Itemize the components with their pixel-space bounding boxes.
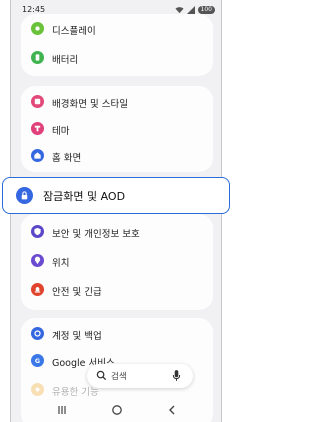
palette-icon: [31, 95, 44, 108]
home-button-icon[interactable]: [110, 403, 124, 417]
settings-group-security: 보안 및 개인정보 보호 위치 안전 및 긴급: [21, 214, 213, 310]
star-icon: [31, 383, 44, 396]
settings-item-label: 테마: [52, 126, 70, 137]
search-icon: [96, 370, 107, 381]
battery-icon: [31, 51, 44, 64]
settings-group-display: 디스플레이 배터리: [21, 14, 213, 76]
settings-item-safety-emergency[interactable]: 안전 및 긴급: [21, 274, 213, 306]
settings-item-label: 배터리: [52, 55, 79, 66]
settings-item-location[interactable]: 위치: [21, 245, 213, 277]
theme-icon: [31, 122, 44, 135]
emergency-icon: [31, 283, 44, 296]
sync-icon: [31, 327, 44, 340]
svg-text:G: G: [35, 358, 40, 365]
home-icon: [31, 149, 44, 162]
settings-item-security-privacy[interactable]: 보안 및 개인정보 보호: [21, 216, 213, 248]
settings-item-label: 배경화면 및 스타일: [52, 99, 128, 110]
settings-item-label: 보안 및 개인정보 보호: [52, 229, 140, 240]
settings-group-appearance: 배경화면 및 스타일 테마 홈 화면: [21, 86, 213, 172]
settings-item-battery[interactable]: 배터리: [21, 42, 213, 74]
settings-item-label: 계정 및 백업: [52, 331, 102, 342]
settings-item-label: 홈 화면: [52, 153, 82, 164]
settings-item-label: 잠금화면 및 AOD: [43, 190, 126, 203]
shield-icon: [31, 225, 44, 238]
lock-icon: [16, 187, 33, 204]
settings-item-home-screen[interactable]: 홈 화면: [21, 140, 213, 172]
search-placeholder: 검색: [111, 372, 127, 382]
back-icon[interactable]: [165, 403, 179, 417]
settings-item-label: 디스플레이: [52, 26, 96, 37]
navigation-bar: [11, 398, 221, 422]
settings-item-label: 위치: [52, 258, 70, 269]
settings-item-label: 안전 및 긴급: [52, 287, 102, 298]
settings-item-display[interactable]: 디스플레이: [21, 13, 213, 45]
recents-icon[interactable]: [55, 403, 69, 417]
location-icon: [31, 254, 44, 267]
search-bar[interactable]: 검색: [87, 364, 193, 388]
google-icon: G: [31, 354, 44, 367]
sun-icon: [31, 22, 44, 35]
settings-item-lock-screen-aod[interactable]: 잠금화면 및 AOD: [2, 177, 230, 214]
mic-icon[interactable]: [172, 369, 181, 382]
